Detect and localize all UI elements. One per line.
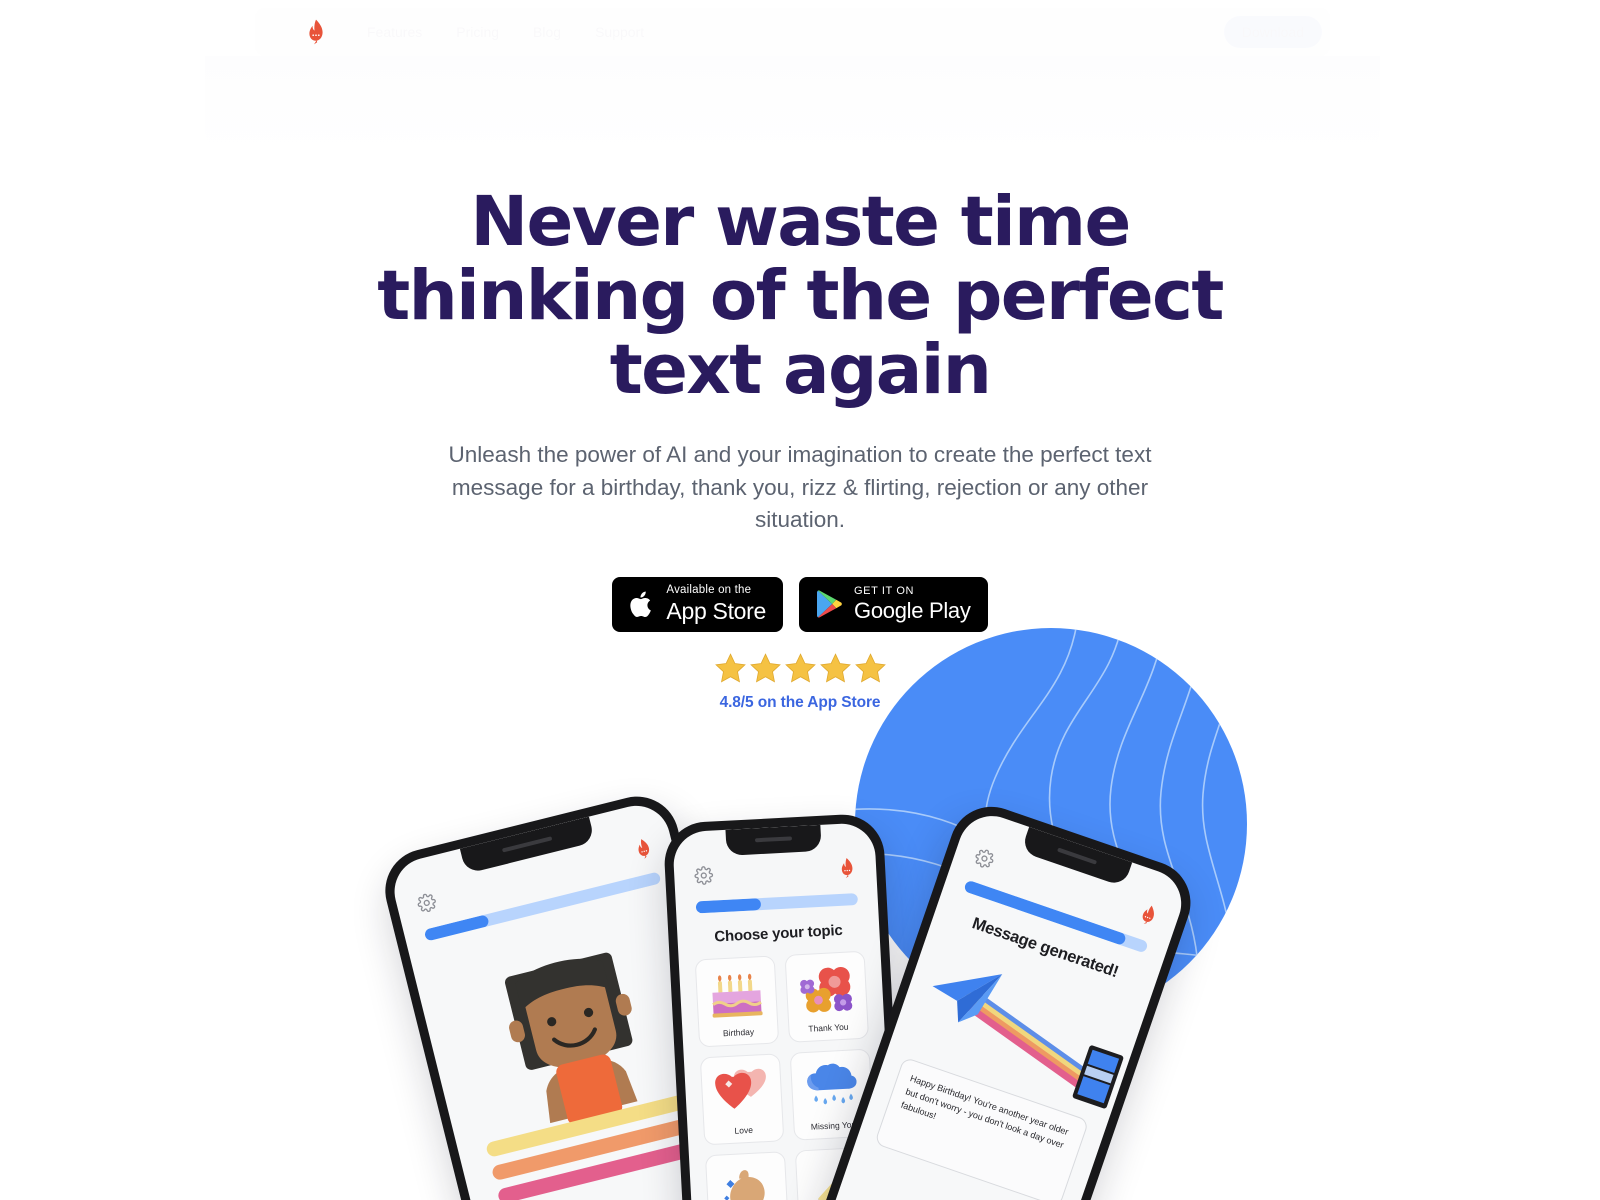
topic-label: Birthday — [722, 1026, 755, 1039]
google-play-big-label: Google Play — [854, 598, 971, 624]
rating-stars — [0, 652, 1600, 685]
flame-chat-logo-icon[interactable] — [305, 19, 327, 45]
choose-topic-title: Choose your topic — [713, 921, 843, 946]
topic-card-thank-you[interactable]: Thank You — [784, 950, 870, 1043]
apple-logo-icon — [629, 589, 655, 620]
hero-section: Never waste time thinking of the perfect… — [0, 182, 1600, 712]
app-store-badge-text: Available on the App Store — [666, 585, 766, 623]
site-header: Features Pricing Blog Support Download — [255, 8, 1330, 56]
hearts-icon — [701, 1054, 783, 1127]
star-icon — [819, 652, 852, 685]
store-badges: Available on the App Store GET IT ON Goo… — [0, 576, 1600, 632]
google-play-icon — [816, 589, 843, 619]
phone-notch — [725, 824, 822, 856]
star-icon — [714, 652, 747, 685]
flowers-icon — [786, 952, 868, 1025]
header-backdrop — [205, 56, 1380, 156]
nav-item-blog[interactable]: Blog — [533, 24, 561, 40]
topic-label: Love — [734, 1124, 754, 1136]
nav-item-features[interactable]: Features — [367, 24, 422, 40]
topic-label: Thank You — [808, 1021, 849, 1034]
star-icon — [749, 652, 782, 685]
nav-item-support[interactable]: Support — [595, 24, 644, 40]
gear-icon[interactable] — [694, 866, 714, 886]
gear-icon[interactable] — [415, 891, 438, 914]
header-nav: Features Pricing Blog Support — [367, 24, 644, 40]
app-store-badge[interactable]: Available on the App Store — [612, 576, 784, 632]
topic-card-love[interactable]: Love — [699, 1053, 785, 1146]
hero-subtitle: Unleash the power of AI and your imagina… — [448, 442, 1152, 533]
page-title: Never waste time thinking of the perfect… — [377, 182, 1224, 410]
flame-chat-logo-icon[interactable] — [632, 836, 655, 861]
star-icon — [854, 652, 887, 685]
google-play-small-label: GET IT ON — [854, 585, 915, 598]
flame-chat-logo-icon[interactable] — [1137, 902, 1161, 928]
topic-card-birthday[interactable]: Birthday — [694, 955, 780, 1048]
app-store-big-label: App Store — [666, 597, 767, 624]
waving-hand-icon — [706, 1152, 788, 1200]
google-play-badge-text: GET IT ON Google Play — [854, 586, 971, 622]
progress-fill — [695, 898, 761, 914]
progress-fill — [423, 914, 490, 942]
phone-center-topbar — [674, 856, 877, 888]
header-download-button[interactable]: Download — [1224, 16, 1322, 48]
progress-bar — [695, 893, 859, 914]
topic-card-greeting[interactable]: Greeting — [704, 1151, 790, 1200]
flame-chat-logo-icon[interactable] — [838, 857, 857, 879]
birthday-cake-icon — [696, 956, 778, 1029]
app-store-small-label: Available on the — [666, 584, 752, 597]
google-play-badge[interactable]: GET IT ON Google Play — [799, 576, 988, 632]
nav-item-pricing[interactable]: Pricing — [456, 24, 499, 40]
gear-icon[interactable] — [972, 846, 996, 870]
rating-text[interactable]: 4.8/5 on the App Store — [0, 694, 1600, 712]
landing-page: Features Pricing Blog Support Download N… — [0, 0, 1600, 1200]
star-icon — [784, 652, 817, 685]
